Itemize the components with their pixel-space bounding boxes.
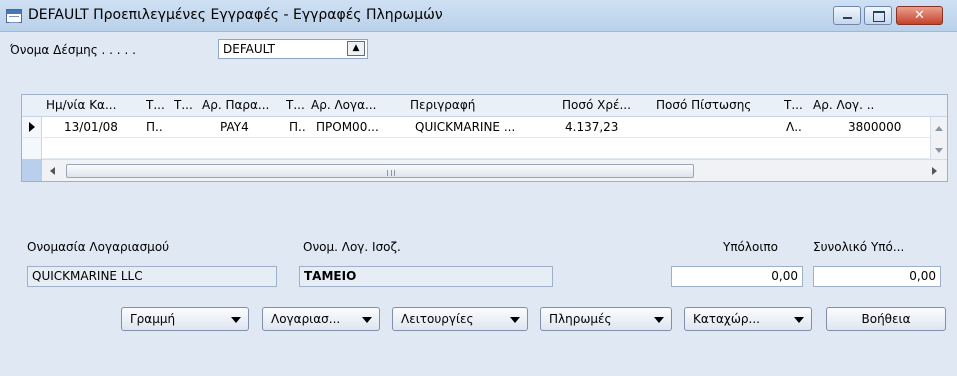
payments-menu-label: Πληρωμές <box>549 312 612 326</box>
column-header-account-no[interactable]: Αρ. Λογα... <box>311 98 406 112</box>
column-header-bal-account-type[interactable]: Τ... <box>784 98 808 112</box>
journal-lines-grid[interactable]: Ημ/νία Κα... Τ... Τ... Αρ. Παρα... Τ... … <box>21 94 948 182</box>
column-header-credit-amount[interactable]: Ποσό Πίστωσης <box>656 98 776 112</box>
minimize-icon <box>834 7 860 24</box>
chevron-down-icon <box>654 317 664 323</box>
column-header-account-type[interactable]: Τ... <box>286 98 308 112</box>
close-button[interactable]: ✕ <box>896 6 943 25</box>
cell-doc-type[interactable]: Π.. <box>146 120 172 134</box>
functions-menu-label: Λειτουργίες <box>401 312 474 326</box>
cell-document-no[interactable]: PAY4 <box>220 120 284 134</box>
new-row-marker[interactable] <box>22 138 42 159</box>
journal-window-icon <box>6 9 22 23</box>
bal-account-name-label: Ονομ. Λογ. Ισοζ. <box>303 240 401 254</box>
vertical-scrollbar[interactable] <box>930 117 947 159</box>
functions-menu-button[interactable]: Λειτουργίες <box>392 307 528 331</box>
column-header-description[interactable]: Περιγραφή <box>410 98 540 112</box>
scroll-down-icon[interactable] <box>935 148 943 153</box>
window-title: DEFAULT Προεπιλεγμένες Εγγραφές - Εγγραφ… <box>28 7 443 23</box>
maximize-button[interactable] <box>864 6 892 25</box>
help-button-label: Βοήθεια <box>861 312 911 326</box>
posting-menu-label: Καταχώρ... <box>693 312 760 326</box>
scroll-up-icon[interactable] <box>935 126 943 131</box>
grid-corner <box>22 159 42 181</box>
scroll-left-icon[interactable] <box>50 167 55 175</box>
cell-account-no[interactable]: ΠΡΟΜ00... <box>316 120 406 134</box>
column-header-posting-date[interactable]: Ημ/νία Κα... <box>46 98 142 112</box>
total-balance-field: 0,00 <box>813 266 941 287</box>
scroll-right-icon[interactable] <box>932 167 937 175</box>
account-menu-label: Λογαριασ... <box>271 312 341 326</box>
cell-bal-account-type[interactable]: Λ.. <box>786 120 810 134</box>
cell-account-type[interactable]: Π.. <box>289 120 311 134</box>
account-menu-button[interactable]: Λογαριασ... <box>262 307 380 331</box>
close-icon: ✕ <box>914 8 925 23</box>
chevron-down-icon <box>362 317 372 323</box>
cell-bal-account-no[interactable]: 3800000 <box>848 120 928 134</box>
line-menu-button[interactable]: Γραμμή <box>121 307 249 331</box>
payments-menu-button[interactable]: Πληρωμές <box>540 307 672 331</box>
balance-label: Υπόλοιπο <box>723 240 778 254</box>
account-name-field: QUICKMARINE LLC <box>27 266 277 287</box>
horizontal-scrollbar[interactable] <box>42 159 947 181</box>
window-titlebar[interactable]: DEFAULT Προεπιλεγμένες Εγγραφές - Εγγραφ… <box>0 0 957 32</box>
line-menu-label: Γραμμή <box>130 312 176 326</box>
bal-account-name-field: ΤΑΜΕΙΟ <box>299 266 553 287</box>
balance-field: 0,00 <box>671 266 803 287</box>
info-panel: Ονομασία Λογαριασμού QUICKMARINE LLC Ονο… <box>21 228 948 312</box>
chevron-down-icon <box>231 317 241 323</box>
lookup-arrow-icon: ▲ <box>352 43 360 53</box>
column-header-doc-type[interactable]: Τ... <box>146 98 172 112</box>
minimize-button[interactable] <box>833 6 861 25</box>
horizontal-scroll-thumb[interactable] <box>66 164 694 178</box>
cell-debit-amount[interactable]: 4.137,23 <box>565 120 653 134</box>
account-name-label: Ονομασία Λογαριασμού <box>27 240 170 254</box>
cell-description[interactable]: QUICKMARINE ... <box>415 120 560 134</box>
grid-header: Ημ/νία Κα... Τ... Τ... Αρ. Παρα... Τ... … <box>22 95 947 117</box>
table-row[interactable]: 13/01/08 Π.. PAY4 Π.. ΠΡΟΜ00... QUICKMAR… <box>22 117 947 138</box>
chevron-down-icon <box>794 317 804 323</box>
posting-menu-button[interactable]: Καταχώρ... <box>684 307 812 331</box>
batch-name-label: Όνομα Δέσμης . . . . . <box>10 43 136 57</box>
batch-name-input[interactable]: DEFAULT <box>218 39 368 59</box>
cell-posting-date[interactable]: 13/01/08 <box>64 120 142 134</box>
help-button[interactable]: Βοήθεια <box>826 307 946 331</box>
column-header-type-2[interactable]: Τ... <box>174 98 198 112</box>
scroll-grip-icon <box>387 170 395 176</box>
total-balance-label: Συνολικό Υπό... <box>813 240 905 254</box>
column-header-bal-account-no[interactable]: Αρ. Λογ. .. <box>813 98 913 112</box>
batch-lookup-button[interactable]: ▲ <box>347 41 365 56</box>
chevron-down-icon <box>510 317 520 323</box>
column-header-document-no[interactable]: Αρ. Παρα... <box>202 98 284 112</box>
maximize-icon <box>865 7 891 24</box>
column-header-debit-amount[interactable]: Ποσό Χρέ... <box>562 98 652 112</box>
new-row[interactable] <box>42 138 929 159</box>
